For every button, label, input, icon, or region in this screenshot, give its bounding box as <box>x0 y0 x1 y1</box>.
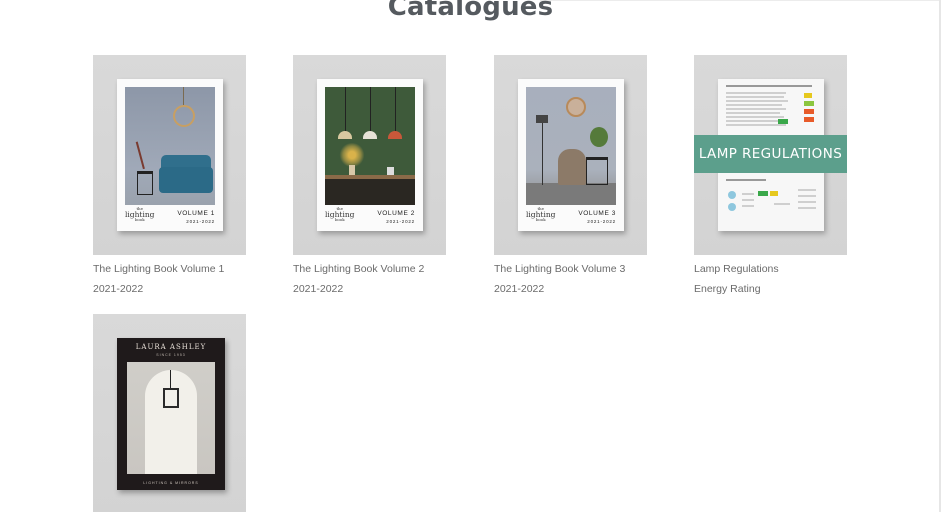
mirror-illustration <box>566 97 586 117</box>
laura-ashley-logo: LAURA ASHLEY <box>135 343 207 351</box>
catalogue-thumbnail[interactable]: the lighting book VOLUME 3 2021-2022 <box>494 55 647 255</box>
floor-lamp-illustration <box>536 115 548 123</box>
archway-illustration <box>145 370 197 474</box>
catalogue-title[interactable]: The Lighting Book Volume 2 <box>293 262 446 276</box>
armchair-illustration <box>558 149 586 185</box>
lamp-regulations-banner: LAMP REGULATIONS <box>694 135 847 173</box>
pendant-lamp-illustration <box>363 131 377 139</box>
lighting-book-cover: the lighting book VOLUME 1 2021-2022 <box>117 79 223 231</box>
cover-years-label: 2021-2022 <box>587 219 616 224</box>
catalogue-title[interactable]: The Lighting Book Volume 3 <box>494 262 647 276</box>
catalogue-thumbnail[interactable]: LAMP REGULATIONS <box>694 55 847 255</box>
cover-years-label: 2021-2022 <box>386 219 415 224</box>
cover-photo-pendant-lamps <box>325 87 415 205</box>
cover-volume-label: VOLUME 3 <box>578 210 616 217</box>
pendant-lamp-illustration <box>388 131 402 139</box>
catalogue-thumbnail[interactable]: the lighting book VOLUME 2 2021-2022 <box>293 55 446 255</box>
catalogue-card-lamp-regulations[interactable]: LAMP REGULATIONS Lamp Regulations Energy… <box>694 55 847 296</box>
cover-volume-label: VOLUME 1 <box>177 210 215 217</box>
catalogue-thumbnail[interactable]: the lighting book VOLUME 1 2021-2022 <box>93 55 246 255</box>
cover-years-label: 2021-2022 <box>186 219 215 224</box>
page-title: Catalogues <box>387 0 554 22</box>
catalogue-title[interactable]: Lamp Regulations <box>694 262 847 276</box>
cover-photo-living-room <box>125 87 215 205</box>
laura-ashley-footer: LIGHTING & MIRRORS <box>143 481 199 485</box>
lighting-book-cover: the lighting book VOLUME 3 2021-2022 <box>518 79 624 231</box>
lighting-book-cover: the lighting book VOLUME 2 2021-2022 <box>317 79 423 231</box>
catalogue-card-laura-ashley[interactable]: LAURA ASHLEY SINCE 1953 LIGHTING & MIRRO… <box>93 314 246 512</box>
pendant-lamp-illustration <box>338 131 352 139</box>
catalogue-subtitle: 2021-2022 <box>494 283 545 295</box>
catalogue-card-lighting-book-volume-1[interactable]: the lighting book VOLUME 1 2021-2022 The… <box>93 55 246 296</box>
cover-photo-armchair <box>526 87 616 205</box>
laura-ashley-cover: LAURA ASHLEY SINCE 1953 LIGHTING & MIRRO… <box>117 338 225 490</box>
sofa-illustration <box>159 167 213 193</box>
cover-volume-label: VOLUME 2 <box>377 210 415 217</box>
catalogue-thumbnail[interactable]: LAURA ASHLEY SINCE 1953 LIGHTING & MIRRO… <box>93 314 246 512</box>
cover-photo-hallway <box>127 362 215 474</box>
cover-brand-logo: the lighting book <box>125 206 155 222</box>
catalogues-page: Catalogues the lighting book VOLUME 1 20… <box>0 0 941 512</box>
chandelier-illustration <box>173 105 195 127</box>
catalogue-subtitle: 2021-2022 <box>293 283 344 295</box>
lantern-illustration <box>163 388 179 408</box>
catalogue-card-lighting-book-volume-2[interactable]: the lighting book VOLUME 2 2021-2022 The… <box>293 55 446 296</box>
catalogue-title[interactable]: The Lighting Book Volume 1 <box>93 262 246 276</box>
cover-brand-logo: the lighting book <box>526 206 556 222</box>
catalogue-subtitle: Energy Rating <box>694 283 761 295</box>
laura-ashley-since: SINCE 1953 <box>156 353 186 357</box>
catalogue-card-lighting-book-volume-3[interactable]: the lighting book VOLUME 3 2021-2022 The… <box>494 55 647 296</box>
cover-brand-logo: the lighting book <box>325 206 355 222</box>
catalogue-subtitle: 2021-2022 <box>93 283 144 295</box>
